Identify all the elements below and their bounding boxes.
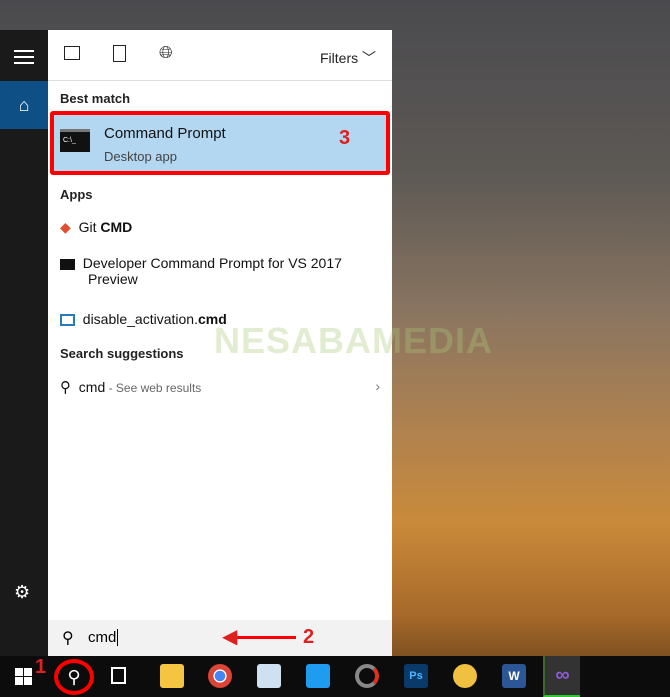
start-rail: ⌂ ⚙ — [0, 30, 48, 656]
annotation-3: 3 — [339, 127, 351, 149]
console-icon — [60, 258, 75, 270]
arrow-annotation — [228, 636, 296, 639]
windows-start-icon[interactable] — [15, 668, 32, 685]
result-subtitle: Desktop app — [104, 149, 177, 164]
web-suggestion-cmd[interactable]: ⚲ cmd - See web results › — [60, 378, 380, 396]
chevron-right-icon: › — [375, 378, 380, 394]
documents-filter-icon[interactable] — [113, 45, 126, 62]
visual-studio-icon: ∞ — [555, 664, 570, 686]
search-icon: ⚲ — [67, 667, 81, 687]
best-match-header: Best match — [60, 91, 131, 106]
davinci-icon[interactable] — [355, 664, 379, 688]
taskbar: 1 ⚲ Ps W ∞ — [0, 656, 670, 697]
chevron-down-icon: ﹀ — [362, 50, 377, 66]
apps-header: Apps — [60, 187, 93, 202]
search-icon: ⚲ — [62, 630, 74, 647]
hamburger-menu-icon[interactable] — [14, 50, 34, 64]
result-title: Command Prompt — [104, 125, 226, 142]
word-icon[interactable]: W — [502, 664, 526, 688]
wordpad-icon[interactable] — [257, 664, 281, 688]
monitor-icon — [60, 314, 75, 327]
visual-studio-button[interactable]: ∞ — [543, 656, 580, 697]
home-icon: ⌂ — [18, 95, 30, 115]
search-box[interactable]: ⚲ cmd — [48, 620, 392, 656]
command-prompt-result[interactable]: C:\_ Command Prompt Desktop app 3 — [50, 111, 390, 175]
task-view-icon[interactable] — [111, 667, 126, 684]
settings-gear-icon[interactable]: ⚙ — [14, 582, 30, 603]
search-input[interactable]: cmd — [88, 629, 119, 646]
search-results-panel: 🌐︎ Filters ﹀ Best match C:\_ Command Pro… — [48, 30, 492, 656]
photoshop-icon[interactable]: Ps — [404, 664, 428, 688]
annotation-2: 2 — [303, 626, 315, 648]
app-git-cmd[interactable]: ◆ Git CMD — [60, 219, 380, 236]
search-suggestions-header: Search suggestions — [60, 346, 184, 361]
shareit-icon[interactable] — [306, 664, 330, 688]
search-icon: ⚲ — [60, 379, 71, 396]
app-developer-command-prompt[interactable]: Developer Command Prompt for VS 2017 Prev… — [60, 255, 380, 287]
arrow-head: ◀ — [222, 626, 238, 648]
git-icon: ◆ — [60, 219, 71, 235]
file-explorer-icon[interactable] — [160, 664, 184, 688]
web-filter-icon[interactable]: 🌐︎ — [159, 43, 173, 63]
watermark: NESABAMEDIA — [214, 320, 494, 361]
paint-icon[interactable] — [453, 664, 477, 688]
apps-filter-icon[interactable] — [64, 46, 80, 60]
filters-button[interactable]: Filters ﹀ — [320, 48, 376, 68]
home-button[interactable]: ⌂ — [0, 81, 48, 129]
console-icon: C:\_ — [60, 129, 90, 152]
search-button[interactable]: ⚲ — [54, 659, 94, 695]
annotation-1: 1 — [35, 656, 47, 678]
chrome-icon[interactable] — [208, 664, 232, 688]
divider — [48, 80, 392, 81]
